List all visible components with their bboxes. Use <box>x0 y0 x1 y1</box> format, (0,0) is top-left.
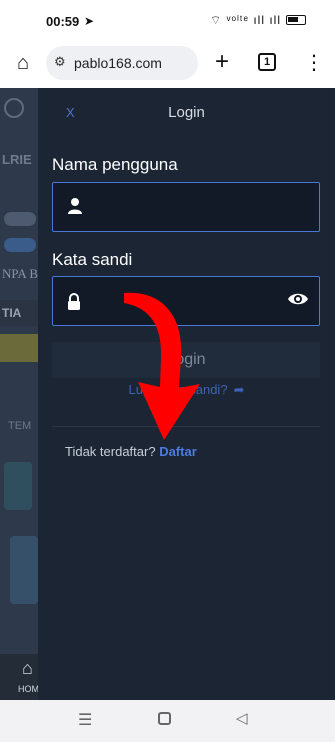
lock-icon <box>68 293 80 310</box>
address-bar[interactable]: ⚙ pablo168.com <box>46 46 198 80</box>
tab-switcher-button[interactable]: 1 <box>258 53 276 71</box>
status-time: 00:59 <box>46 14 80 29</box>
telegram-icon: ➤ <box>84 14 95 28</box>
site-settings-icon[interactable]: ⚙ <box>54 54 66 70</box>
avatar-icon[interactable] <box>4 98 24 118</box>
forgot-password-link[interactable]: Lupa kata sandi? ➦ <box>38 382 335 398</box>
username-label: Nama pengguna <box>52 155 178 174</box>
home-button-icon[interactable] <box>158 712 171 725</box>
browser-toolbar: ⌂ ⚙ pablo168.com + 1 ⋮ <box>0 40 335 88</box>
login-panel: X Login Nama pengguna Kata sandi Login L… <box>38 88 335 700</box>
share-arrow-icon: ➦ <box>233 382 245 397</box>
divider <box>52 426 320 427</box>
user-icon <box>68 198 82 214</box>
battery-icon <box>286 15 306 25</box>
back-icon[interactable]: ◁ <box>236 709 248 727</box>
background-logo: LRIE <box>2 152 32 167</box>
background-text: TIA <box>2 306 22 320</box>
background-chip <box>4 212 36 226</box>
game-thumbnail[interactable] <box>10 536 38 604</box>
new-tab-icon[interactable]: + <box>208 48 236 76</box>
register-link[interactable]: Daftar <box>159 444 197 459</box>
background-text: TEM <box>8 420 32 432</box>
background-text: NPA BI <box>2 266 43 281</box>
not-registered-text: Tidak terdaftar? <box>65 444 156 459</box>
register-row: Tidak terdaftar? Daftar <box>65 444 197 459</box>
signal-icons: ⌔ ᵛᵒˡᵗᵉ ıll ıll <box>210 13 281 27</box>
panel-title: Login <box>168 104 205 121</box>
login-button[interactable]: Login <box>52 342 320 378</box>
url-text[interactable]: pablo168.com <box>74 55 162 71</box>
menu-icon[interactable]: ⋮ <box>304 50 324 76</box>
game-thumbnail[interactable] <box>4 462 32 510</box>
system-nav-bar: ☰ ◁ <box>0 700 335 742</box>
forgot-password-text[interactable]: Lupa kata sandi? <box>129 382 228 397</box>
background-chip <box>4 238 36 252</box>
background-strip <box>0 88 38 700</box>
status-bar: 00:59 ➤ ⌔ ᵛᵒˡᵗᵉ ıll ıll <box>0 0 335 40</box>
password-field[interactable] <box>52 276 320 326</box>
password-label: Kata sandi <box>52 250 133 269</box>
username-field[interactable] <box>52 182 320 232</box>
recents-icon[interactable]: ☰ <box>78 710 92 730</box>
background-banner <box>0 334 38 362</box>
home-nav-icon[interactable]: ⌂ <box>22 658 33 679</box>
eye-icon[interactable] <box>287 291 309 307</box>
home-icon[interactable]: ⌂ <box>10 50 36 76</box>
